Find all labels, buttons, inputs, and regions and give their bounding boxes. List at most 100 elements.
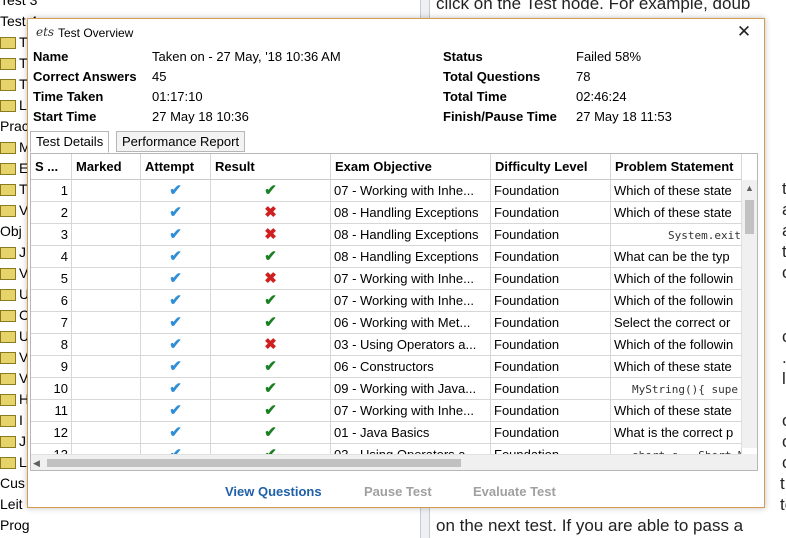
column-header-difficulty[interactable]: Difficulty Level: [491, 154, 611, 180]
table-row[interactable]: 8 ✔ ✖ 03 - Using Operators a... Foundation Wh…: [31, 334, 742, 356]
problem-text: System.exit: [668, 229, 741, 242]
column-header-problem-statement[interactable]: Problem Statement: [611, 154, 742, 180]
summary-label: Finish/Pause Time: [443, 109, 557, 124]
tab-test-details[interactable]: Test Details: [30, 131, 110, 153]
tree-item[interactable]: T: [0, 179, 28, 200]
summary-label: Name: [33, 49, 69, 64]
tree-item[interactable]: Cus: [0, 473, 25, 494]
cell-problem-statement: What can be the typ: [611, 246, 742, 268]
cell-serial: 2: [31, 202, 72, 224]
cell-serial: 3: [31, 224, 72, 246]
tree-item[interactable]: V: [0, 347, 28, 368]
table-row[interactable]: 7 ✔ ✔ 06 - Working with Met... Foundation Sel…: [31, 312, 742, 334]
view-questions-button[interactable]: View Questions: [225, 484, 322, 499]
tree-item[interactable]: V: [0, 368, 28, 389]
tree-item[interactable]: V: [0, 263, 28, 284]
tree-item[interactable]: T: [0, 74, 28, 95]
table-row[interactable]: 4 ✔ ✔ 08 - Handling Exceptions Foundation Wha…: [31, 246, 742, 268]
cell-serial: 8: [31, 334, 72, 356]
folder-icon: [0, 79, 16, 92]
test-summary: Name Taken on - 27 May, '18 10:36 AM Corre…: [28, 49, 764, 129]
cell-exam-objective: 01 - Java Basics: [331, 422, 491, 444]
table-row[interactable]: 9 ✔ ✔ 06 - Constructors Foundation Which of t…: [31, 356, 742, 378]
problem-text: Which of the followin: [614, 293, 734, 308]
scroll-up-icon[interactable]: ▲: [742, 180, 757, 196]
tree-item-label: J: [19, 244, 26, 260]
cell-exam-objective: 07 - Working with Inhe...: [331, 180, 491, 202]
column-header-attempt[interactable]: Attempt: [141, 154, 211, 180]
tree-item[interactable]: J: [0, 431, 26, 452]
correct-check-icon: ✔: [264, 358, 277, 375]
horizontal-scrollbar[interactable]: ◀: [31, 454, 742, 470]
cell-exam-objective: 06 - Constructors: [331, 356, 491, 378]
help-text-line: click on the Test node. For example, dou…: [436, 0, 751, 13]
tab-performance-report[interactable]: Performance Report: [116, 131, 246, 152]
tree-item[interactable]: J: [0, 242, 26, 263]
tree-item[interactable]: T: [0, 32, 28, 53]
tree-item[interactable]: V: [0, 200, 28, 221]
tree-item[interactable]: L: [0, 95, 27, 116]
summary-label: Total Time: [443, 89, 507, 104]
table-row[interactable]: 10 ✔ ✔ 09 - Working with Java... Foundation M…: [31, 378, 742, 400]
horizontal-scroll-thumb[interactable]: [47, 459, 461, 467]
column-header-exam-objective[interactable]: Exam Objective: [331, 154, 491, 180]
cell-difficulty: Foundation: [491, 224, 611, 246]
tree-item[interactable]: L: [0, 452, 27, 473]
tree-item[interactable]: U: [0, 284, 29, 305]
cell-difficulty: Foundation: [491, 202, 611, 224]
test-details-table: Problem Statement Difficulty Level Exam Ob…: [30, 153, 758, 471]
cell-difficulty: Foundation: [491, 422, 611, 444]
tree-item[interactable]: T: [0, 53, 28, 74]
table-row[interactable]: 2 ✔ ✖ 08 - Handling Exceptions Foundation Whi…: [31, 202, 742, 224]
close-button[interactable]: ✕: [734, 22, 754, 42]
tree-item[interactable]: Leit: [0, 494, 23, 515]
cell-problem-statement: Which of the followin: [611, 334, 742, 356]
scroll-left-icon[interactable]: ◀: [33, 455, 45, 470]
tree-item[interactable]: Obj: [0, 221, 22, 242]
help-text-line: ter: [782, 179, 786, 198]
tree-item[interactable]: E: [0, 158, 28, 179]
problem-text: MyString(){ supe: [632, 383, 738, 396]
table-row[interactable]: 11 ✔ ✔ 07 - Working with Inhe... Foundation W…: [31, 400, 742, 422]
column-header-serial[interactable]: S ...: [31, 154, 72, 180]
table-row[interactable]: 12 ✔ ✔ 01 - Java Basics Foundation What is th…: [31, 422, 742, 444]
table-row[interactable]: 6 ✔ ✔ 07 - Working with Inhe... Foundation Wh…: [31, 290, 742, 312]
folder-icon: [0, 331, 16, 344]
tree-item[interactable]: I: [0, 410, 23, 431]
summary-label: Total Questions: [443, 69, 541, 84]
vertical-scrollbar[interactable]: ▲: [741, 180, 757, 448]
table-row[interactable]: 5 ✔ ✖ 07 - Working with Inhe... Foundation Wh…: [31, 268, 742, 290]
table-row[interactable]: 1 ✔ ✔ 07 - Working with Inhe... Foundation Wh…: [31, 180, 742, 202]
cell-result: ✖: [211, 202, 331, 224]
vertical-scroll-thumb[interactable]: [745, 200, 754, 234]
tree-item[interactable]: Test 3: [0, 0, 37, 11]
summary-value: 45: [152, 69, 167, 84]
cell-difficulty: Foundation: [491, 378, 611, 400]
tree-item[interactable]: Prac: [0, 116, 29, 137]
attempted-check-icon: ✔: [141, 202, 211, 224]
cell-exam-objective: 07 - Working with Inhe...: [331, 290, 491, 312]
tree-item[interactable]: C: [0, 305, 29, 326]
evaluate-test-button[interactable]: Evaluate Test: [473, 484, 556, 499]
attempted-check-icon: ✔: [141, 180, 211, 202]
pause-test-button[interactable]: Pause Test: [364, 484, 432, 499]
help-text-line: or t: [782, 263, 786, 283]
column-header-marked[interactable]: Marked: [72, 154, 141, 180]
tree-item[interactable]: H: [0, 389, 29, 410]
folder-icon: [0, 310, 16, 323]
cell-result: ✖: [211, 334, 331, 356]
cell-difficulty: Foundation: [491, 356, 611, 378]
folder-icon: [0, 415, 16, 428]
cell-marked: [72, 246, 141, 268]
column-header-result[interactable]: Result: [211, 154, 331, 180]
table-row[interactable]: 3 ✔ ✖ 08 - Handling Exceptions Foundation Sys…: [31, 224, 742, 246]
problem-text: Which of these state: [614, 205, 732, 220]
tree-item-label: I: [19, 412, 23, 428]
problem-text: Which of the followin: [614, 337, 734, 352]
tree-item[interactable]: Prog: [0, 515, 30, 536]
cell-exam-objective: 08 - Handling Exceptions: [331, 202, 491, 224]
cell-result: ✖: [211, 224, 331, 246]
problem-text: Which of these state: [614, 183, 732, 198]
tree-item[interactable]: U: [0, 326, 29, 347]
cell-exam-objective: 08 - Handling Exceptions: [331, 224, 491, 246]
